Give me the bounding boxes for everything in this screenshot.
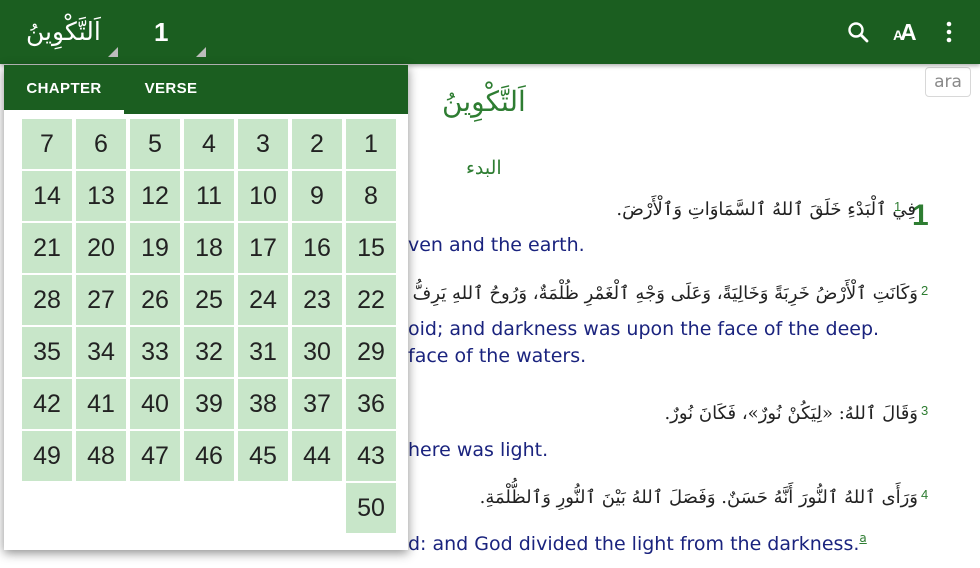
chapter-number-button[interactable]: 41 bbox=[76, 379, 126, 429]
search-icon bbox=[848, 22, 869, 43]
chapter-number-button[interactable]: 25 bbox=[184, 275, 234, 325]
chapter-number-button[interactable]: 26 bbox=[130, 275, 180, 325]
chapter-number-button[interactable]: 4 bbox=[184, 119, 234, 169]
chapter-number-button[interactable]: 19 bbox=[130, 223, 180, 273]
chapter-number-button[interactable]: 33 bbox=[130, 327, 180, 377]
chapter-number-button[interactable]: 37 bbox=[292, 379, 342, 429]
chapter-number-button[interactable]: 11 bbox=[184, 171, 234, 221]
chapter-number-button[interactable]: 22 bbox=[346, 275, 396, 325]
chapter-number-button[interactable]: 36 bbox=[346, 379, 396, 429]
chapter-number-button[interactable]: 1 bbox=[346, 119, 396, 169]
verse-translation-text: oid; and darkness was upon the face of t… bbox=[408, 318, 880, 340]
top-app-bar: اَلتَّكْوِينُ 1 A A bbox=[0, 0, 980, 64]
chapter-number-button[interactable]: 15 bbox=[346, 223, 396, 273]
chapter-number-button[interactable]: 24 bbox=[238, 275, 288, 325]
chapter-number-button[interactable]: 28 bbox=[22, 275, 72, 325]
verse-arabic-text: وَرَأَى ٱللهُ ٱلنُّورَ أَنَّهُ حَسَنٌ. و… bbox=[479, 487, 918, 508]
chapter-selector-label: 1 bbox=[154, 17, 169, 47]
chapter-number-button[interactable]: 46 bbox=[184, 431, 234, 481]
chapter-number-button[interactable]: 7 bbox=[22, 119, 72, 169]
chapter-number-button[interactable]: 27 bbox=[76, 275, 126, 325]
chapter-number-button[interactable]: 20 bbox=[76, 223, 126, 273]
search-button[interactable] bbox=[840, 14, 876, 50]
chapter-number-button[interactable]: 50 bbox=[346, 483, 396, 533]
bible-reader-app: اَلتَّكْوِينُ 1 A A ara اَلتَّكْوِينُ ال… bbox=[0, 0, 980, 568]
verse-arabic-text: وَكَانَتِ ٱلْأَرْضُ خَرِبَةً وَخَالِيَةً… bbox=[396, 283, 918, 304]
verse-arabic-text: وَقَالَ ٱللهُ: «لِيَكُنْ نُورٌ»، فَكَانَ… bbox=[664, 403, 918, 424]
font-size-button[interactable]: A A bbox=[888, 14, 924, 50]
chapter-number-button[interactable]: 42 bbox=[22, 379, 72, 429]
dropdown-triangle-icon bbox=[108, 47, 118, 57]
verse-translation-line: d: and God divided the light from the da… bbox=[408, 533, 860, 555]
chapter-number-button[interactable]: 29 bbox=[346, 327, 396, 377]
section-heading: البدء bbox=[466, 157, 502, 179]
chapter-number-button[interactable]: 44 bbox=[292, 431, 342, 481]
verse-translation-text: here was light. bbox=[408, 439, 549, 461]
chapter-number-button[interactable]: 8 bbox=[346, 171, 396, 221]
chapter-number-button[interactable]: 21 bbox=[22, 223, 72, 273]
chapter-number-button[interactable]: 34 bbox=[76, 327, 126, 377]
language-badge[interactable]: ara bbox=[925, 67, 971, 97]
chapter-number-button[interactable]: 5 bbox=[130, 119, 180, 169]
verse-translation-text: face of the waters. bbox=[408, 345, 587, 367]
verse-translation-text: d: and God divided the light from the da… bbox=[408, 525, 867, 558]
verse-number: 3 bbox=[921, 403, 929, 418]
chapter-number-button[interactable]: 17 bbox=[238, 223, 288, 273]
chapter-picker-popup: CHAPTER VERSE 1 2 3 4 5 6 7 8 9 10 11 12 13 14 15 16 17 1… bbox=[4, 65, 408, 550]
book-heading: اَلتَّكْوِينُ bbox=[442, 85, 526, 118]
font-size-icon: A A bbox=[893, 19, 917, 45]
chapter-number-button[interactable]: 39 bbox=[184, 379, 234, 429]
chapter-number-button[interactable]: 6 bbox=[76, 119, 126, 169]
chapter-number-button[interactable]: 16 bbox=[292, 223, 342, 273]
chapter-number-button[interactable]: 47 bbox=[130, 431, 180, 481]
chapter-number-button[interactable]: 13 bbox=[76, 171, 126, 221]
chapter-number-button[interactable]: 9 bbox=[292, 171, 342, 221]
verse-number: 4 bbox=[921, 487, 929, 502]
more-options-button[interactable] bbox=[931, 14, 967, 50]
chapter-number-button[interactable]: 30 bbox=[292, 327, 342, 377]
chapter-selector[interactable]: 1 bbox=[148, 8, 210, 58]
picker-tab-bar: CHAPTER VERSE bbox=[4, 65, 408, 114]
book-selector-label: اَلتَّكْوِينُ bbox=[26, 17, 101, 46]
chapter-number-button[interactable]: 12 bbox=[130, 171, 180, 221]
chapter-number-button[interactable]: 3 bbox=[238, 119, 288, 169]
chapter-number-button[interactable]: 45 bbox=[238, 431, 288, 481]
chapter-number-button[interactable]: 35 bbox=[22, 327, 72, 377]
chapter-number-button[interactable]: 43 bbox=[346, 431, 396, 481]
chapter-number-button[interactable]: 40 bbox=[130, 379, 180, 429]
book-selector[interactable]: اَلتَّكْوِينُ bbox=[22, 8, 122, 58]
chapter-number-button[interactable]: 32 bbox=[184, 327, 234, 377]
chapter-number-button[interactable]: 18 bbox=[184, 223, 234, 273]
tab-verse[interactable]: VERSE bbox=[128, 65, 214, 114]
footnote-link[interactable]: a bbox=[859, 531, 866, 545]
tab-chapter[interactable]: CHAPTER bbox=[4, 65, 124, 114]
more-vert-icon bbox=[946, 21, 952, 43]
chapter-number-button[interactable]: 31 bbox=[238, 327, 288, 377]
chapter-number-button[interactable]: 48 bbox=[76, 431, 126, 481]
verse-translation-text: ven and the earth. bbox=[408, 234, 585, 256]
chapter-number-button[interactable]: 38 bbox=[238, 379, 288, 429]
chapter-number-button[interactable]: 10 bbox=[238, 171, 288, 221]
chapter-number-grid: 1 2 3 4 5 6 7 8 9 10 11 12 13 14 15 16 17 18 19 20 21 22 23 24 2… bbox=[4, 114, 408, 550]
chapter-number-button[interactable]: 2 bbox=[292, 119, 342, 169]
dropdown-triangle-icon bbox=[196, 47, 206, 57]
chapter-number-button[interactable]: 23 bbox=[292, 275, 342, 325]
svg-text:A: A bbox=[900, 19, 917, 45]
verse-arabic-text: فِي ٱلْبَدْءِ خَلَقَ ٱللهُ ٱلسَّمَاوَاتِ… bbox=[616, 199, 916, 220]
chapter-number-button[interactable]: 14 bbox=[22, 171, 72, 221]
verse-number: 2 bbox=[921, 283, 929, 298]
chapter-number-button[interactable]: 49 bbox=[22, 431, 72, 481]
